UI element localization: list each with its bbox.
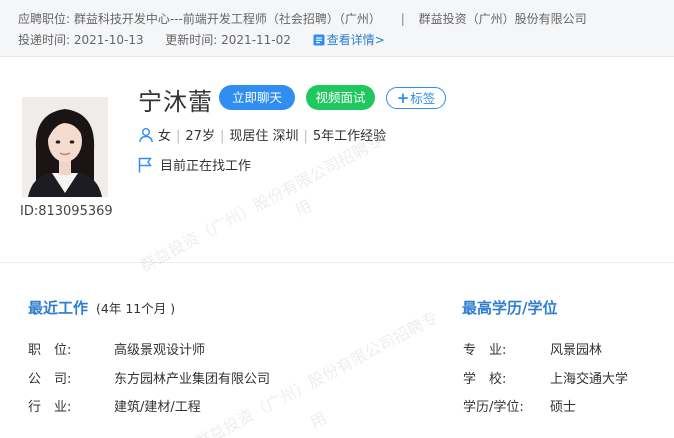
candidate-age: 27岁 — [185, 129, 215, 144]
edu-label-major: 专 业: — [463, 343, 507, 358]
add-tag-label: 标签 — [410, 91, 436, 106]
chat-now-button[interactable]: 立即聊天 — [219, 85, 295, 110]
edu-value-school: 上海交通大学 — [550, 372, 629, 387]
application-dates-line: 投递时间: 2021-10-13 更新时间: 2021-11-02 查看详情> — [18, 31, 385, 48]
work-label-position: 职 位: — [28, 343, 72, 358]
application-info-bar: 应聘职位: 群益科技开发中心---前端开发工程师（社会招聘）（广州） | 群益投… — [0, 0, 674, 57]
candidate-name: 宁沐蕾 — [138, 88, 213, 116]
watermark-text: 用 — [306, 408, 330, 433]
person-icon — [139, 128, 153, 143]
info-separator: | — [219, 129, 225, 144]
recent-work-duration: (4年 11个月 ) — [96, 301, 176, 316]
education-heading: 最高学历/学位 — [462, 299, 558, 317]
separator: | — [400, 12, 405, 26]
plus-icon: + — [396, 89, 410, 107]
candidate-experience: 5年工作经验 — [312, 129, 387, 144]
updated-label: 更新时间: — [165, 33, 218, 47]
watermark-text: 用 — [291, 196, 315, 221]
view-details-link[interactable]: 查看详情> — [313, 33, 385, 47]
watermark-text: 群益投资（广州）股份有限公司招聘专 — [136, 130, 386, 276]
candidate-gender: 女 — [158, 129, 172, 144]
applied-label: 投递时间: — [18, 33, 71, 47]
candidate-residence: 现居住 深圳 — [229, 129, 299, 144]
updated-date: 2021-11-02 — [221, 33, 291, 47]
status-text: 目前正在找工作 — [160, 159, 252, 174]
work-value-industry: 建筑/建材/工程 — [114, 400, 201, 415]
video-interview-button[interactable]: 视频面试 — [306, 85, 375, 110]
work-label-company: 公 司: — [28, 372, 72, 387]
applied-date: 2021-10-13 — [73, 33, 144, 47]
work-label-industry: 行 业: — [28, 400, 72, 415]
edu-label-school: 学 校: — [463, 372, 507, 387]
edu-value-degree: 硕士 — [550, 400, 577, 415]
work-value-company: 东方园林产业集团有限公司 — [114, 372, 271, 387]
add-tag-button[interactable]: +标签 — [386, 87, 446, 109]
company-name: 群益投资（广州）股份有限公司 — [418, 12, 587, 26]
application-position-line: 应聘职位: 群益科技开发中心---前端开发工程师（社会招聘）（广州） | 群益投… — [18, 10, 587, 27]
recent-work-heading: 最近工作 (4年 11个月 ) — [28, 297, 175, 318]
candidate-id: ID:813095369 — [20, 204, 113, 219]
document-icon — [313, 34, 325, 46]
view-details-label: 查看详情> — [326, 33, 385, 47]
info-separator: | — [176, 129, 181, 144]
recent-work-title: 最近工作 — [28, 299, 89, 317]
flag-icon — [138, 157, 152, 173]
candidate-basic-info: 女 | 27岁 | 现居住 深圳 | 5年工作经验 — [138, 125, 386, 144]
edu-label-degree: 学历/学位: — [463, 400, 524, 415]
edu-value-major: 风景园林 — [550, 343, 603, 358]
position-label: 应聘职位: — [18, 12, 71, 26]
info-separator: | — [303, 129, 308, 144]
candidate-avatar — [22, 97, 108, 197]
work-value-position: 高级景观设计师 — [114, 343, 206, 358]
section-divider — [0, 262, 674, 263]
position-value: 群益科技开发中心---前端开发工程师（社会招聘）（广州） — [73, 12, 381, 26]
job-search-status: 目前正在找工作 — [138, 155, 251, 174]
